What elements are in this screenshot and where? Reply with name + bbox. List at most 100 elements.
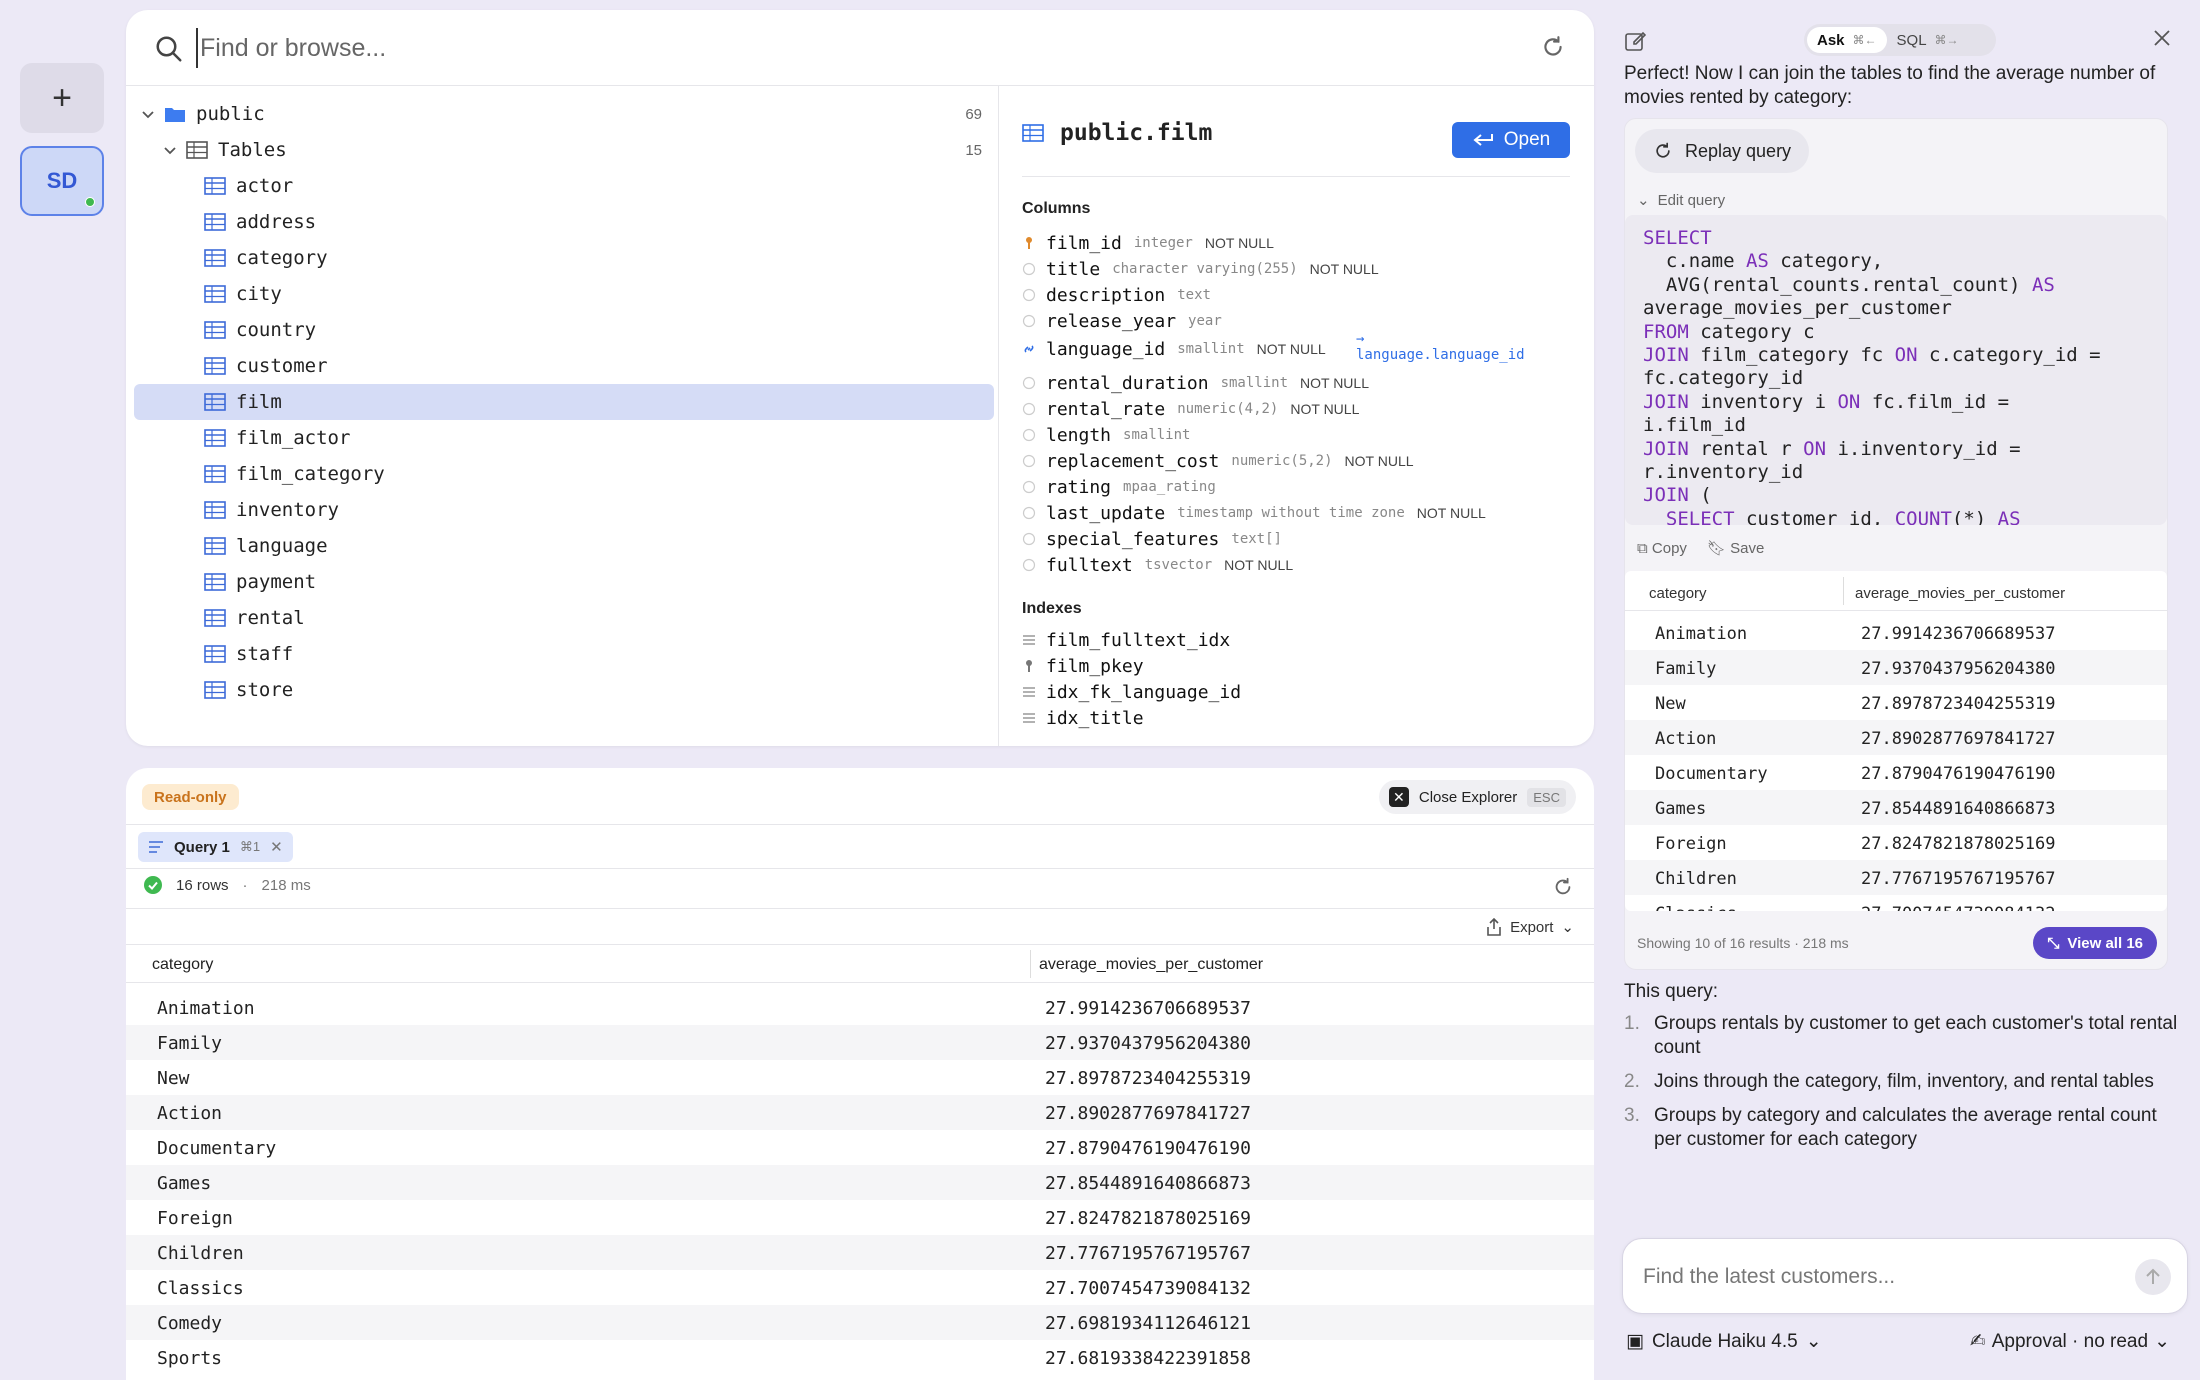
column-name: release_year: [1046, 310, 1177, 332]
replay-query-button[interactable]: Replay query: [1635, 129, 1810, 173]
cell-average: 27.8902877697841727: [1045, 1103, 1251, 1124]
rerun-icon[interactable]: [1552, 876, 1574, 898]
approval-selector[interactable]: ✍︎ Approval · no read ⌄: [1970, 1330, 2170, 1353]
column-header[interactable]: average_movies_per_customer: [1855, 585, 2065, 602]
table-row[interactable]: Children 27.7767195767195767: [1625, 860, 2167, 895]
open-table-button[interactable]: Open: [1452, 122, 1570, 158]
column-row[interactable]: rental_duration smallint NOT NULL: [1022, 371, 1369, 395]
column-header[interactable]: category: [152, 956, 213, 974]
tree-table-customer[interactable]: customer: [134, 348, 994, 384]
edit-query-toggle[interactable]: ⌄ Edit query: [1637, 191, 1725, 210]
column-header[interactable]: average_movies_per_customer: [1039, 956, 1263, 974]
table-row[interactable]: Animation 27.9914236706689537: [126, 990, 1594, 1025]
mode-ask[interactable]: Ask ⌘←: [1807, 27, 1887, 53]
tree-table-country[interactable]: country: [134, 312, 994, 348]
sql-editor[interactable]: SELECT c.name AS category, AVG(rental_co…: [1625, 215, 2167, 525]
table-icon: [204, 177, 226, 195]
column-row[interactable]: film_id integer NOT NULL: [1022, 231, 1274, 255]
close-tab-icon[interactable]: ✕: [270, 838, 283, 856]
table-row[interactable]: Action 27.8902877697841727: [1625, 720, 2167, 755]
table-row[interactable]: Sports 27.6819338422391858: [126, 1340, 1594, 1375]
tree-table-store[interactable]: store: [134, 672, 994, 708]
table-row[interactable]: Documentary 27.8790476190476190: [1625, 755, 2167, 790]
new-connection-button[interactable]: +: [20, 63, 104, 133]
tree-table-address[interactable]: address: [134, 204, 994, 240]
tree-table-rental[interactable]: rental: [134, 600, 994, 636]
column-row[interactable]: length smallint: [1022, 423, 1202, 447]
table-row[interactable]: Classics 27.7007454739084132: [1625, 895, 2167, 911]
column-row[interactable]: language_id smallint NOT NULL → language.lan…: [1022, 331, 1525, 363]
column-row[interactable]: release_year year: [1022, 309, 1234, 333]
table-name: rental: [236, 607, 305, 629]
tree-table-staff[interactable]: staff: [134, 636, 994, 672]
view-all-button[interactable]: ⤡ View all 16: [2033, 927, 2157, 959]
tree-table-inventory[interactable]: inventory: [134, 492, 994, 528]
tab-query-1[interactable]: Query 1 ⌘1 ✕: [138, 832, 293, 862]
workspace-avatar[interactable]: SD: [20, 146, 104, 216]
copy-button[interactable]: ⧉ Copy: [1637, 540, 1687, 557]
tree-schema-public[interactable]: public 69: [134, 96, 994, 132]
mode-toggle[interactable]: Ask ⌘← SQL ⌘→: [1804, 24, 1996, 56]
table-name: address: [236, 211, 317, 233]
column-row[interactable]: title character varying(255) NOT NULL: [1022, 257, 1379, 281]
mode-sql[interactable]: SQL ⌘→: [1887, 27, 1969, 53]
tree-table-film[interactable]: film: [134, 384, 994, 420]
column-row[interactable]: special_features text[]: [1022, 527, 1294, 551]
chat-input[interactable]: [1643, 1261, 2103, 1293]
table-row[interactable]: Documentary 27.8790476190476190: [126, 1130, 1594, 1165]
chevron-down-icon[interactable]: [162, 142, 178, 158]
column-row[interactable]: last_update timestamp without time zone NO…: [1022, 501, 1486, 525]
close-explorer-button[interactable]: ✕ Close Explorer ESC: [1378, 780, 1576, 814]
send-button[interactable]: [2135, 1259, 2171, 1295]
cell-average: 27.8790476190476190: [1861, 764, 2056, 784]
table-row[interactable]: Comedy 27.6981934112646121: [126, 1305, 1594, 1340]
column-row[interactable]: rental_rate numeric(4,2) NOT NULL: [1022, 397, 1359, 421]
column-row[interactable]: description text: [1022, 283, 1223, 307]
table-row[interactable]: Games 27.8544891640866873: [1625, 790, 2167, 825]
table-row[interactable]: Animation 27.9914236706689537: [1625, 615, 2167, 650]
tree-table-category[interactable]: category: [134, 240, 994, 276]
close-icon[interactable]: [2152, 28, 2172, 48]
index-row[interactable]: idx_fk_language_id: [1022, 680, 1253, 704]
tree-table-payment[interactable]: payment: [134, 564, 994, 600]
model-selector[interactable]: ▣ Claude Haiku 4.5 ⌄: [1626, 1330, 1822, 1353]
cell-average: 27.8978723404255319: [1045, 1068, 1251, 1089]
cell-category: Classics: [1655, 904, 1737, 911]
export-button[interactable]: Export ⌄: [1486, 918, 1574, 936]
tree-table-city[interactable]: city: [134, 276, 994, 312]
new-chat-icon[interactable]: [1624, 30, 1646, 52]
table-row[interactable]: Action 27.8902877697841727: [126, 1095, 1594, 1130]
table-row[interactable]: Family 27.9370437956204380: [1625, 650, 2167, 685]
refresh-icon[interactable]: [1540, 34, 1566, 60]
tree-table-language[interactable]: language: [134, 528, 994, 564]
table-row[interactable]: Foreign 27.8247821878025169: [126, 1200, 1594, 1235]
index-row[interactable]: film_fulltext_idx: [1022, 628, 1242, 652]
foreign-key-link[interactable]: → language.language_id: [1356, 331, 1525, 363]
tree-group-tables[interactable]: Tables 15: [134, 132, 994, 168]
table-row[interactable]: New 27.8978723404255319: [126, 1060, 1594, 1095]
table-row[interactable]: Classics 27.7007454739084132: [126, 1270, 1594, 1305]
column-header[interactable]: category: [1649, 585, 1707, 602]
cell-average: 27.8247821878025169: [1861, 834, 2056, 854]
column-row[interactable]: fulltext tsvector NOT NULL: [1022, 553, 1293, 577]
column-notnull: NOT NULL: [1309, 261, 1379, 277]
arrow-icon: →: [1356, 331, 1365, 347]
tree-table-film_actor[interactable]: film_actor: [134, 420, 994, 456]
column-type: year: [1188, 313, 1222, 329]
column-row[interactable]: rating mpaa_rating: [1022, 475, 1228, 499]
tree-table-actor[interactable]: actor: [134, 168, 994, 204]
query-time: 218 ms: [261, 876, 311, 894]
table-row[interactable]: Foreign 27.8247821878025169: [1625, 825, 2167, 860]
table-row[interactable]: Family 27.9370437956204380: [126, 1025, 1594, 1060]
table-row[interactable]: New 27.8978723404255319: [1625, 685, 2167, 720]
table-row[interactable]: Games 27.8544891640866873: [126, 1165, 1594, 1200]
index-row[interactable]: idx_title: [1022, 706, 1156, 730]
chevron-down-icon[interactable]: [140, 106, 156, 122]
tree-table-film_category[interactable]: film_category: [134, 456, 994, 492]
search-input[interactable]: [196, 28, 1396, 68]
table-row[interactable]: Children 27.7767195767195767: [126, 1235, 1594, 1270]
table-name: city: [236, 283, 282, 305]
index-row[interactable]: film_pkey: [1022, 654, 1156, 678]
column-row[interactable]: replacement_cost numeric(5,2) NOT NULL: [1022, 449, 1414, 473]
save-button[interactable]: 🔖︎ Save: [1707, 539, 1764, 557]
